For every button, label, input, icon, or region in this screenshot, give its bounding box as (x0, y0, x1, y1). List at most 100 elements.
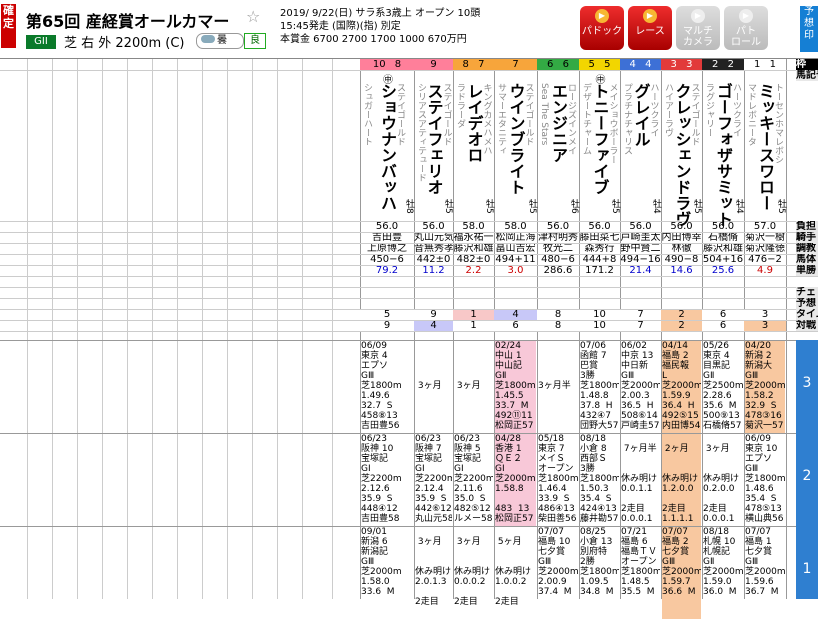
horse-name[interactable]: トニーファイブ (591, 83, 610, 195)
weather-label: 曇 (217, 35, 227, 46)
horse-name[interactable]: レイデオロ (465, 83, 484, 163)
waku-number: 5 (600, 59, 611, 70)
past-race-cell[interactable]: 06/09 東京 4 エプソ GⅢ 芝1800m 1.49.6 32.7 S 4… (361, 341, 413, 433)
dam-name: ラドラーダ (455, 83, 465, 128)
dam-name: Sea The Stars (539, 83, 549, 146)
horse-number: 1 (754, 59, 761, 70)
dam-name: シリアスアティテュード (416, 83, 426, 182)
race-info-line3: 本賞金 6700 2700 1700 1000 670万円 (280, 34, 467, 45)
grid-line (27, 59, 28, 599)
prediction-button[interactable]: 予想印 (800, 6, 818, 52)
time-rank: 2 (661, 310, 702, 320)
horse-odds: 2.2 (465, 266, 482, 276)
entry-table: 10 8 ㊥ショウナンバッハ ステイゴールド シュガーハート 牡8 56.0 吉田豊 上原博之… (0, 59, 818, 619)
race-info-line1: 2019/ 9/22(日) サラ系3歳上 オープン 10頭 (280, 8, 481, 19)
horse-name[interactable]: ミッキースワロー (756, 83, 775, 211)
horse-number: 10 (372, 59, 386, 70)
row-divider (0, 331, 818, 332)
horse-wt: 56.0 (375, 222, 399, 232)
past-race-cell[interactable]: 04/20 新潟 2 新潟大 GⅢ 芝2000m 1.58.2 32.9 S 4… (745, 341, 785, 433)
waku-number: 7 (474, 59, 485, 70)
past-race-cell[interactable]: 08/18 札幌 10 札幌記 GⅡ 芝2000m 1.59.0 36.0 M (703, 527, 743, 619)
past-race-cell[interactable]: 07/07 福島 10 七夕賞 GⅢ 芝2000m 2.00.9 37.4 M (538, 527, 578, 619)
grid-line (277, 59, 278, 599)
waku-number: 8 (391, 59, 402, 70)
horse-bw: 476−2 (748, 255, 782, 265)
sire-name: ステイゴールド (523, 83, 534, 146)
matchup-rank: 6 (494, 321, 537, 331)
horse-name[interactable]: クレッシェンドラヴ (673, 83, 692, 227)
past-race-cell[interactable]: 02/24 中山 1 中山記 GⅡ 芝1800m 1.45.5 33.7 M 4… (495, 341, 536, 433)
horse-odds: 25.6 (711, 266, 735, 276)
past-race-cell[interactable]: 06/23 阪神 10 宝塚記 GⅠ 芝2200m 2.12.6 35.9 S … (361, 434, 413, 526)
matchup-rank: 6 (702, 321, 744, 331)
horse-bw: 444+8 (582, 255, 617, 265)
grid-line (177, 59, 178, 599)
past-race-cell[interactable]: 07/07 福島 2 七夕賞 GⅢ 芝2000m 1.59.7 36.6 M (662, 527, 701, 619)
row-divider (0, 287, 818, 288)
horse-name[interactable]: ゴーフォザサミット (714, 83, 733, 227)
past-race-cell[interactable]: 07/07 福島 1 七夕賞 GⅢ 芝2000m 1.59.6 36.7 M (745, 527, 785, 619)
race-title: 第65回 産経賞オールカマー (26, 12, 230, 31)
past-race-cell[interactable]: 3ヶ月半 (538, 341, 578, 433)
dam-name: ハイアーラヴ (663, 83, 673, 137)
past-race-cell[interactable]: 07/06 函館 7 巴賞 3勝 芝1800m 1.48.8 37.8 H 43… (580, 341, 619, 433)
past-race-cell[interactable]: 3ヶ月 休み明け 2.0.1.3 2走目 (415, 527, 452, 619)
past-race-cell[interactable]: 3ヶ月 (454, 341, 493, 433)
horse-name[interactable]: グレイル (632, 83, 651, 147)
horse-trainer: 畠山吉宏 (495, 244, 536, 254)
past-race-cell[interactable]: 04/28 香港 1 ＱＥ２ GⅠ 芝2000m 1.58.8 483 13 松… (495, 434, 536, 526)
matchup-rank: 7 (620, 321, 661, 331)
horse-name[interactable]: ウインブライト (507, 83, 526, 195)
horse-trainer: 林徹 (671, 244, 692, 254)
grid-line (227, 59, 228, 599)
horse-number: 9 (430, 59, 437, 70)
dam-name: サマーエタニティ (496, 83, 506, 155)
dam-name: マドレボニータ (746, 83, 756, 146)
past-race-cell[interactable]: 06/02 中京 13 中日新 GⅢ 芝2000m 2.00.3 36.5 H … (621, 341, 660, 433)
sex-age: 牡8 (404, 199, 414, 214)
past-race-cell[interactable]: 06/23 阪神 7 宝塚記 GⅠ 芝2200m 2.12.4 35.9 S 4… (415, 434, 452, 526)
past-race-cell[interactable]: 05/18 東京 7 メイＳ オープン 芝1800m 1.46.4 33.9 S… (538, 434, 578, 526)
horse-jockey: 内田博幸 (661, 233, 702, 243)
time-rank: 3 (744, 310, 786, 320)
horse-jockey: 藤田菜七 (579, 233, 620, 243)
past-race-cell[interactable]: 07/21 福島 6 福島ＴＶ オープン 芝1800m 1.48.5 35.5 … (621, 527, 660, 619)
past-race-cell[interactable]: 06/23 阪神 5 宝塚記 GⅠ 芝2200m 2.11.6 35.0 S 4… (454, 434, 493, 526)
past-race-cell[interactable]: 04/14 福島 2 福民報 L 芝2000m 1.59.9 36.4 H 49… (662, 341, 701, 433)
past-race-cell[interactable]: 7ヶ月半 休み明け 0.0.1.1 2走目 0.0.0.1 (621, 434, 660, 526)
matchup-rank: 9 (360, 321, 414, 331)
grid-line (152, 59, 153, 599)
horse-name[interactable]: エンジニア (549, 83, 568, 163)
horse-odds: 11.2 (422, 266, 445, 276)
toolbar-multi-camera-button[interactable]: ▶ マルチ カメラ (676, 6, 720, 50)
toolbar-patrol-button[interactable]: ▶ パト ロール (724, 6, 768, 50)
horse-name[interactable]: ステイフェリオ (425, 83, 444, 195)
horse-name[interactable]: ショウナンバッハ (378, 83, 397, 211)
confirmed-badge: 確定 (1, 4, 16, 48)
past-race-cell[interactable]: 06/09 東京 10 エプソ GⅢ 芝1800m 1.48.6 35.4 S … (745, 434, 785, 526)
favorite-star-icon[interactable]: ☆ (246, 7, 260, 26)
time-rank: 4 (494, 310, 537, 320)
past-race-cell[interactable]: 08/18 小倉 8 西部Ｓ 3勝 芝1800m 1.50.3 35.4 S 4… (580, 434, 619, 526)
past-race-cell[interactable]: 05/26 東京 4 目黒記 GⅡ 芝2500m 2.28.6 35.6 M 5… (703, 341, 743, 433)
past-race-cell[interactable]: 3ヶ月 (415, 341, 452, 433)
grid-line (252, 59, 253, 599)
toolbar-paddock-button[interactable]: ▶ パドック (580, 6, 624, 50)
past-race-cell[interactable]: 3ヶ月 休み明け 0.0.0.2 2走目 (454, 527, 493, 619)
past-race-cell[interactable]: 2ヶ月 休み明け 1.2.0.0 2走目 1.1.1.1 (662, 434, 701, 526)
weather-indicator: 曇 (196, 33, 244, 49)
sire-name: キングカメハメハ (481, 83, 492, 155)
horse-wt: 58.0 (462, 222, 485, 232)
horse-number-header: 8 7 (453, 59, 494, 70)
horse-jockey: 菊沢一樹 (745, 233, 785, 243)
row-label-taisen: 対戦 (796, 320, 818, 331)
past-race-cell[interactable]: 3ヶ月 休み明け 0.2.0.0 2走目 0.0.0.1 (703, 434, 743, 526)
past-race-cell[interactable]: 09/01 新潟 6 新潟記 GⅢ 芝2000m 1.58.0 33.6 M (361, 527, 413, 619)
toolbar-race-button[interactable]: ▶ レース (628, 6, 672, 50)
row-label-check: チェ (796, 287, 818, 298)
past-race-cell[interactable]: 08/25 小倉 13 別府特 2勝 芝1800m 1.09.5 34.8 M (580, 527, 619, 619)
past-race-cell[interactable]: 5ヶ月 休み明け 1.0.0.2 2走目 (495, 527, 536, 619)
track-condition: 良 (244, 33, 266, 49)
horse-bw: 480−6 (541, 255, 575, 265)
